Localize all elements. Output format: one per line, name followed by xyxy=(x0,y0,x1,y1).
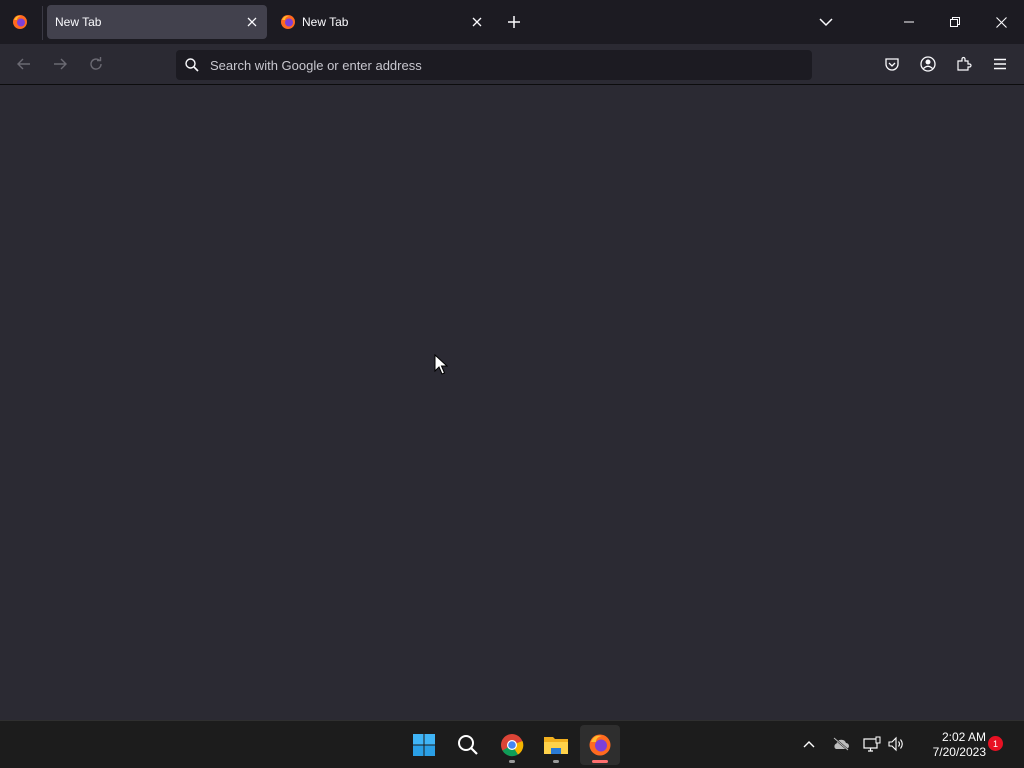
tab-strip: New Tab New Tab xyxy=(0,0,1024,44)
firefox-icon xyxy=(280,14,296,30)
tab-new-tab-active[interactable]: New Tab xyxy=(47,5,267,39)
running-indicator xyxy=(509,760,515,763)
plus-icon[interactable] xyxy=(502,10,526,34)
network-icon[interactable] xyxy=(861,733,883,755)
onedrive-offline-icon[interactable] xyxy=(830,733,852,755)
pocket-icon[interactable] xyxy=(880,52,904,76)
clock-time: 2:02 AM xyxy=(941,730,986,744)
tab-close-icon[interactable] xyxy=(242,12,262,32)
account-icon[interactable] xyxy=(916,52,940,76)
close-icon[interactable] xyxy=(978,0,1024,44)
taskbar: 2:02 AM 7/20/2023 xyxy=(0,720,1024,768)
search-icon xyxy=(184,57,200,73)
chrome-icon[interactable] xyxy=(492,725,532,765)
address-bar[interactable]: Search with Google or enter address xyxy=(176,50,812,80)
windows-start-icon[interactable] xyxy=(404,725,444,765)
back-arrow-icon[interactable] xyxy=(12,52,36,76)
tab-label: New Tab xyxy=(302,15,349,29)
mouse-cursor-icon xyxy=(434,353,449,381)
page-content[interactable] xyxy=(0,85,1024,720)
search-icon[interactable] xyxy=(448,725,488,765)
reload-icon[interactable] xyxy=(84,52,108,76)
menu-icon[interactable] xyxy=(988,52,1012,76)
tab-label: New Tab xyxy=(55,15,102,29)
firefox-view-icon[interactable] xyxy=(8,10,32,34)
forward-arrow-icon[interactable] xyxy=(48,52,72,76)
active-indicator xyxy=(592,760,608,763)
chevron-up-icon[interactable] xyxy=(798,733,820,755)
firefox-taskbar-icon[interactable] xyxy=(580,725,620,765)
running-indicator xyxy=(553,760,559,763)
tab-divider xyxy=(42,6,43,40)
clock-date: 7/20/2023 xyxy=(932,745,986,759)
tab-new-tab[interactable]: New Tab xyxy=(272,5,492,39)
volume-icon[interactable] xyxy=(885,733,907,755)
chevron-down-icon[interactable] xyxy=(814,10,838,34)
file-explorer-icon[interactable] xyxy=(536,725,576,765)
system-clock[interactable]: 2:02 AM 7/20/2023 xyxy=(912,730,986,760)
minimize-icon[interactable] xyxy=(886,0,932,44)
browser-window: New Tab New Tab Search with Google or en… xyxy=(0,0,1024,720)
restore-icon[interactable] xyxy=(932,0,978,44)
notification-badge[interactable]: 1 xyxy=(988,736,1003,751)
extensions-icon[interactable] xyxy=(952,52,976,76)
tab-close-icon[interactable] xyxy=(467,12,487,32)
address-bar-placeholder: Search with Google or enter address xyxy=(210,58,422,73)
